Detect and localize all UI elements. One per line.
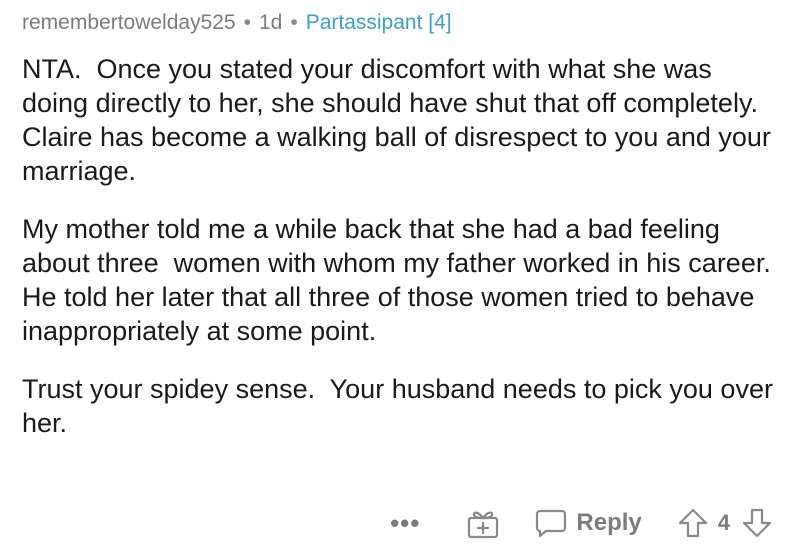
downvote-button[interactable] — [742, 507, 772, 539]
arrow-up-outline-icon — [678, 508, 707, 538]
award-button[interactable] — [466, 507, 500, 539]
speech-bubble-icon — [536, 509, 567, 538]
more-options-icon[interactable]: ••• — [390, 508, 420, 539]
reply-label: Reply — [576, 509, 642, 536]
arrow-down-outline-icon — [742, 508, 772, 538]
vote-score: 4 — [717, 510, 730, 535]
comment-meta: remembertowelday525 • 1d • Partassipant … — [22, 8, 780, 38]
comment-paragraph: Trust your spidey sense. Your husband ne… — [22, 374, 781, 438]
comment-paragraph: NTA. Once you stated your discomfort wit… — [22, 54, 779, 186]
meta-separator: • — [243, 11, 251, 34]
comment-actions: ••• Reply 4 — [0, 500, 800, 546]
comment-paragraph: My mother told me a while back that she … — [22, 214, 794, 346]
gift-award-icon — [468, 511, 499, 539]
username-link[interactable]: remembertowelday525 — [22, 8, 236, 38]
comment-body: NTA. Once you stated your discomfort wit… — [22, 52, 780, 440]
comment: remembertowelday525 • 1d • Partassipant … — [0, 0, 800, 557]
meta-separator: • — [290, 11, 298, 34]
upvote-button[interactable] — [678, 507, 708, 539]
reply-button[interactable]: Reply — [534, 507, 642, 539]
comment-age[interactable]: 1d — [259, 8, 282, 38]
user-flair: Partassipant [4] — [305, 11, 452, 34]
